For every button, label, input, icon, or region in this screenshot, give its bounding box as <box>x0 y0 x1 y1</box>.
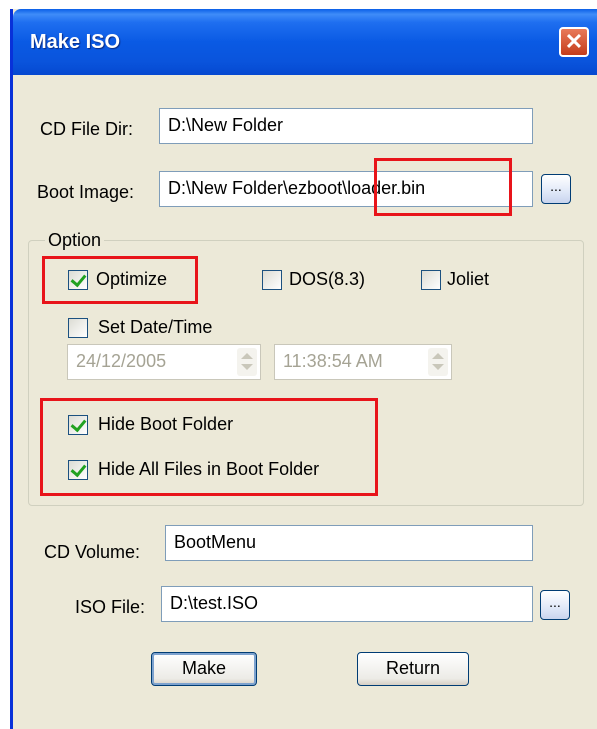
set-date-time-label: Set Date/Time <box>98 317 213 337</box>
cd-file-dir-label: CD File Dir: <box>40 119 133 139</box>
close-icon: ✕ <box>564 29 584 54</box>
date-value: 24/12/2005 <box>76 351 167 371</box>
return-button[interactable]: Return <box>357 652 469 686</box>
time-spin-buttons[interactable] <box>428 348 448 376</box>
cd-volume-label: CD Volume: <box>44 542 141 562</box>
iso-file-label: ISO File: <box>75 597 146 617</box>
spin-up-icon <box>241 353 253 359</box>
time-picker[interactable]: 11:38:54 AM <box>274 344 452 380</box>
title-bar[interactable]: Make ISO ✕ <box>13 9 597 75</box>
cd-volume-input[interactable]: BootMenu <box>165 525 533 561</box>
boot-image-browse-button[interactable]: ... <box>541 174 571 204</box>
joliet-label: Joliet <box>447 269 490 289</box>
iso-file-browse-button[interactable]: ... <box>540 590 570 620</box>
cd-file-dir-input[interactable]: D:\New Folder <box>159 108 533 144</box>
close-button[interactable]: ✕ <box>559 27 589 57</box>
window-title: Make ISO <box>30 31 121 53</box>
set-date-time-checkbox[interactable] <box>68 318 88 338</box>
joliet-checkbox[interactable] <box>421 270 441 290</box>
spin-up-icon <box>432 353 444 359</box>
spin-down-icon <box>241 364 253 370</box>
dos83-label: DOS(8.3) <box>289 269 366 289</box>
spin-down-icon <box>432 364 444 370</box>
date-picker[interactable]: 24/12/2005 <box>67 344 261 380</box>
make-button[interactable]: Make <box>151 652 257 686</box>
hide-options-highlight <box>40 398 378 496</box>
date-spin-buttons[interactable] <box>237 348 257 376</box>
time-value: 11:38:54 AM <box>283 351 383 371</box>
boot-image-highlight <box>374 158 512 216</box>
option-group-label: Option <box>45 230 105 251</box>
optimize-highlight <box>42 256 198 304</box>
dos83-checkbox[interactable] <box>262 270 282 290</box>
boot-image-label: Boot Image: <box>37 182 135 202</box>
iso-file-input[interactable]: D:\test.ISO <box>161 586 533 622</box>
